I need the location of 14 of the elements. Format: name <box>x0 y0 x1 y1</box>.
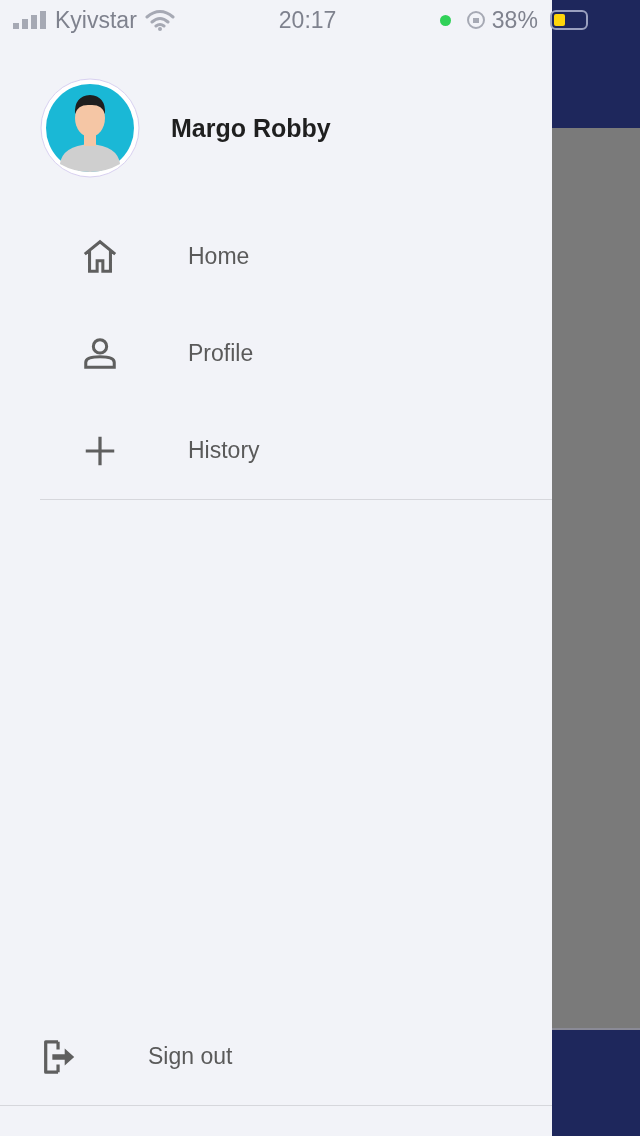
wifi-icon <box>144 9 175 31</box>
carrier-name: Kyivstar <box>55 6 137 34</box>
battery-icon <box>549 10 588 30</box>
home-icon <box>81 237 119 276</box>
sign-out-item[interactable]: Sign out <box>40 1008 552 1105</box>
user-name: Margo Robby <box>171 113 331 143</box>
menu-item[interactable]: Profile <box>0 305 552 402</box>
battery-percent: 38% <box>491 6 538 34</box>
signal-icon <box>13 11 47 29</box>
mic-indicator-icon <box>439 14 451 26</box>
rotation-lock-icon <box>465 10 486 30</box>
menu-item[interactable]: Home <box>0 208 552 305</box>
menu-item[interactable]: History <box>0 402 552 499</box>
clock-time: 20:17 <box>278 6 338 34</box>
